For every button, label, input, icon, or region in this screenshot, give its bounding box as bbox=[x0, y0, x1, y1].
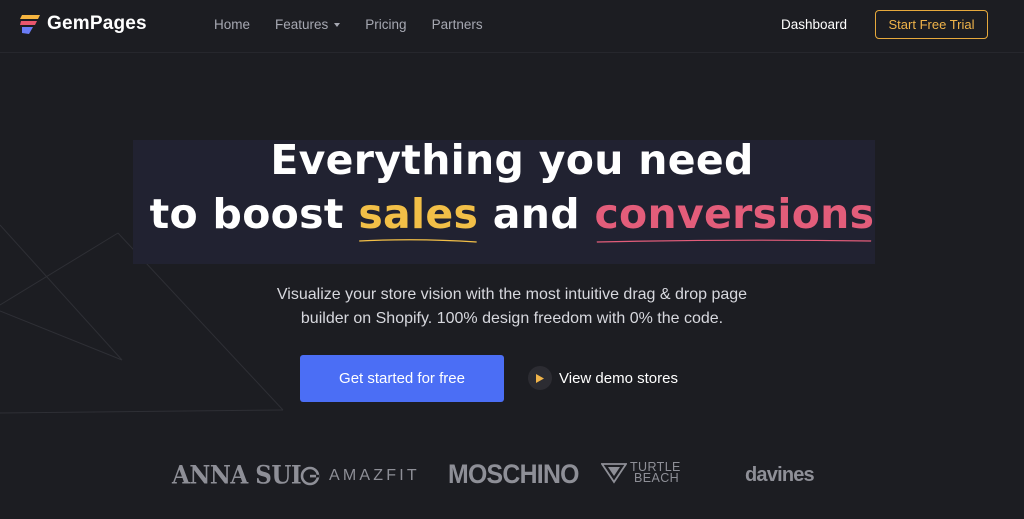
nav-home[interactable]: Home bbox=[214, 17, 250, 32]
play-icon bbox=[528, 366, 552, 390]
get-started-button[interactable]: Get started for free bbox=[300, 355, 504, 402]
conversions-underline bbox=[597, 239, 872, 243]
hero-subtitle: Visualize your store vision with the mos… bbox=[0, 283, 1024, 331]
headline-sales-text: sales bbox=[358, 190, 479, 238]
headline-to-boost: to boost bbox=[149, 190, 344, 238]
headline-sales: sales bbox=[358, 187, 479, 243]
view-demo-stores-link[interactable]: View demo stores bbox=[528, 366, 678, 390]
subtitle-line-2: builder on Shopify. 100% design freedom … bbox=[300, 310, 724, 327]
hero-headline: Everything you need to boost sales and c… bbox=[0, 133, 1024, 243]
turtle-beach-mark-icon bbox=[601, 463, 627, 484]
brand-logos: ANNA SUI AMAZFIT MOSCHINO TURTLE BEACH d… bbox=[0, 455, 1024, 499]
brand-logo[interactable]: GemPages bbox=[20, 13, 147, 35]
davines-logo: davines bbox=[745, 464, 815, 486]
headline-line-1: Everything you need bbox=[270, 136, 754, 184]
start-free-trial-button[interactable]: Start Free Trial bbox=[875, 10, 988, 39]
nav-links: Home Features Pricing Partners bbox=[214, 17, 508, 32]
beach-text: BEACH bbox=[634, 471, 680, 485]
dashboard-link[interactable]: Dashboard bbox=[781, 17, 847, 32]
turtle-beach-text: TURTLE BEACH bbox=[630, 461, 681, 485]
nav-partners[interactable]: Partners bbox=[432, 17, 483, 32]
brand-name: GemPages bbox=[47, 13, 147, 34]
top-nav: GemPages Home Features Pricing Partners … bbox=[0, 0, 1024, 53]
amazfit-logo: AMAZFIT bbox=[300, 466, 420, 486]
headline-line-2: to boost sales and conversions bbox=[0, 187, 1024, 243]
headline-conversions: conversions bbox=[594, 187, 875, 243]
view-demo-label: View demo stores bbox=[559, 369, 678, 387]
turtle-beach-logo: TURTLE BEACH bbox=[601, 461, 681, 485]
moschino-logo: MOSCHINO bbox=[448, 459, 579, 489]
amazfit-text: AMAZFIT bbox=[329, 467, 420, 484]
nav-features-label: Features bbox=[275, 17, 329, 32]
headline-and: and bbox=[492, 190, 580, 238]
nav-pricing[interactable]: Pricing bbox=[365, 17, 406, 32]
caret-down-icon bbox=[334, 22, 341, 27]
sales-underline bbox=[359, 239, 478, 243]
nav-features[interactable]: Features bbox=[275, 17, 341, 32]
amazfit-mark-icon bbox=[300, 466, 320, 486]
gempages-logo-icon bbox=[20, 15, 40, 34]
headline-conversions-text: conversions bbox=[594, 190, 875, 238]
subtitle-line-1: Visualize your store vision with the mos… bbox=[276, 286, 748, 303]
anna-sui-logo: ANNA SUI bbox=[172, 460, 302, 491]
